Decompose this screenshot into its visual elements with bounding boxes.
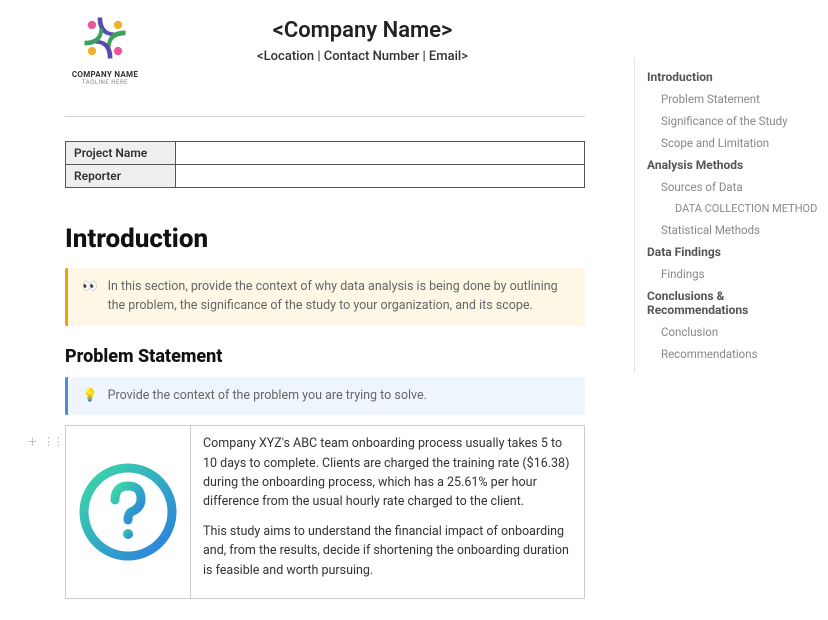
toc-item-data-findings[interactable]: Data Findings — [647, 241, 822, 263]
problem-example-block[interactable]: + ⋮⋮ Company XYZ's ABC team onboarding p… — [65, 425, 585, 599]
example-text-cell[interactable]: Company XYZ's ABC team onboarding proces… — [190, 426, 584, 598]
company-name-title[interactable]: <Company Name> — [165, 18, 560, 43]
document-body: COMPANY NAME TAGLINE HERE <Company Name>… — [0, 0, 620, 599]
project-name-label: Project Name — [66, 142, 176, 165]
block-gutter-controls: + ⋮⋮ — [28, 432, 63, 451]
example-icon-cell — [66, 426, 190, 598]
introduction-callout[interactable]: 👀 In this section, provide the context o… — [65, 268, 585, 326]
eyes-icon: 👀 — [82, 278, 98, 316]
logo-mark-icon — [77, 10, 133, 66]
table-of-contents: Introduction Problem Statement Significa… — [634, 58, 822, 373]
document-header: COMPANY NAME TAGLINE HERE <Company Name>… — [65, 10, 620, 86]
reporter-value[interactable] — [176, 165, 585, 188]
project-name-value[interactable] — [176, 142, 585, 165]
reporter-label: Reporter — [66, 165, 176, 188]
lightbulb-icon: 💡 — [82, 387, 98, 406]
toc-item-recommendations[interactable]: Recommendations — [647, 343, 822, 365]
logo-text: COMPANY NAME — [65, 70, 145, 79]
toc-item-conclusions[interactable]: Conclusions & Recommendations — [647, 285, 822, 321]
problem-callout[interactable]: 💡 Provide the context of the problem you… — [65, 377, 585, 416]
toc-item-findings[interactable]: Findings — [647, 263, 822, 285]
example-paragraph-1: Company XYZ's ABC team onboarding proces… — [203, 434, 572, 512]
add-block-button[interactable]: + — [28, 432, 37, 451]
toc-item-conclusion[interactable]: Conclusion — [647, 321, 822, 343]
project-info-table: Project Name Reporter — [65, 141, 585, 188]
company-meta-line[interactable]: <Location | Contact Number | Email> — [165, 49, 560, 64]
toc-item-data-collection[interactable]: DATA COLLECTION METHOD — [647, 198, 822, 219]
company-logo: COMPANY NAME TAGLINE HERE — [65, 10, 145, 86]
toc-item-statistical[interactable]: Statistical Methods — [647, 219, 822, 241]
logo-tagline: TAGLINE HERE — [65, 79, 145, 86]
toc-item-significance[interactable]: Significance of the Study — [647, 110, 822, 132]
drag-handle-icon[interactable]: ⋮⋮ — [43, 435, 63, 448]
example-paragraph-2: This study aims to understand the financ… — [203, 522, 572, 580]
header-divider — [65, 116, 585, 117]
table-row: Project Name — [66, 142, 585, 165]
problem-statement-heading[interactable]: Problem Statement — [65, 346, 620, 367]
table-row: Reporter — [66, 165, 585, 188]
introduction-callout-text: In this section, provide the context of … — [108, 278, 571, 316]
toc-item-sources[interactable]: Sources of Data — [647, 176, 822, 198]
header-titles: <Company Name> <Location | Contact Numbe… — [165, 10, 620, 64]
toc-item-scope[interactable]: Scope and Limitation — [647, 132, 822, 154]
toc-item-introduction[interactable]: Introduction — [647, 66, 822, 88]
problem-callout-text: Provide the context of the problem you a… — [108, 387, 427, 406]
toc-item-analysis-methods[interactable]: Analysis Methods — [647, 154, 822, 176]
introduction-heading[interactable]: Introduction — [65, 224, 620, 254]
toc-item-problem-statement[interactable]: Problem Statement — [647, 88, 822, 110]
question-mark-icon — [78, 462, 178, 562]
